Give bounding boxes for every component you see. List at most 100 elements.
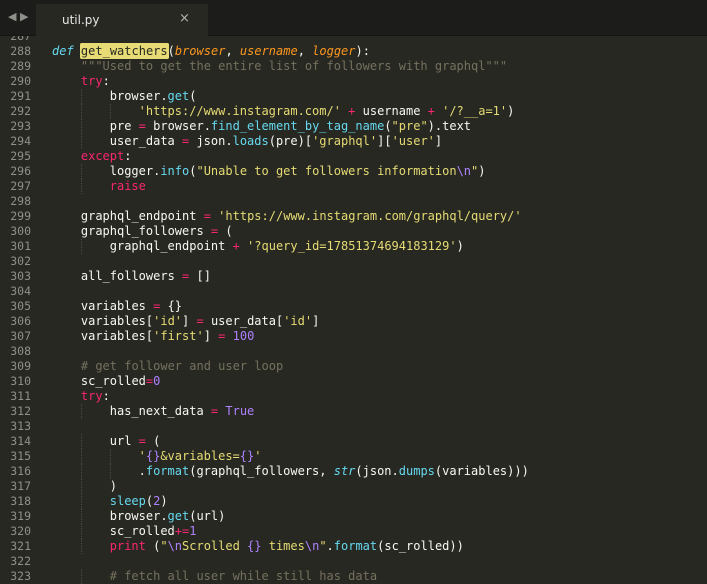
code-token: logger (312, 44, 356, 58)
code-line[interactable]: 292 'https://www.instagram.com/' + userna… (0, 104, 707, 119)
code-token: times (261, 539, 305, 553)
code-token: browser (174, 44, 226, 58)
code-token: (url) (189, 509, 226, 523)
code-line[interactable]: 305 variables = {} (0, 299, 707, 314)
code-line[interactable]: 296 logger.info("Unable to get followers … (0, 164, 707, 179)
code-line[interactable]: 302 (0, 254, 707, 269)
indent-guide (109, 449, 111, 464)
code-token: ( (189, 89, 197, 103)
code-token: ( (145, 434, 161, 448)
code-line[interactable]: 298 (0, 194, 707, 209)
code-line[interactable]: 317) (0, 479, 707, 494)
code-token: variables[ (80, 329, 154, 343)
line-number: 314 (10, 434, 31, 448)
code-text: def get_watchers(browser, username, logg… (52, 43, 370, 59)
code-line[interactable]: 293 pre = browser.find_element_by_tag_nam… (0, 119, 707, 134)
code-text: variables = {} (81, 299, 182, 314)
code-line[interactable]: 288 def get_watchers(browser, username, l… (0, 43, 707, 59)
code-token: 'https://www.instagram.com/graphql/query… (218, 209, 522, 223)
code-line[interactable]: 309 # get follower and user loop (0, 359, 707, 374)
code-text: ) (110, 479, 117, 494)
code-line[interactable]: 319 browser.get(url) (0, 509, 707, 524)
code-line[interactable]: 291 browser.get( (0, 89, 707, 104)
code-token: (sc_rolled)) (377, 539, 464, 553)
navigate-back-icon[interactable]: ◀ (8, 11, 16, 23)
code-line[interactable]: 303 all_followers = [] (0, 269, 707, 284)
code-line[interactable]: 300 graphql_followers = ( (0, 224, 707, 239)
code-token: graphql_endpoint (109, 239, 233, 253)
code-token: {} (239, 449, 255, 463)
code-line[interactable]: 299 graphql_endpoint = 'https://www.insta… (0, 209, 707, 224)
line-number: 300 (10, 224, 31, 238)
line-number: 308 (10, 344, 31, 358)
line-number: 290 (10, 74, 31, 88)
code-line[interactable]: 320 sc_rolled+=1 (0, 524, 707, 539)
code-text: except: (81, 149, 132, 164)
code-line[interactable]: 321 print ("\nScrolled {} times\n".format… (0, 539, 707, 554)
indent-guide (109, 464, 111, 479)
code-line[interactable]: 310 sc_rolled=0 (0, 374, 707, 389)
code-line[interactable]: 307 variables['first'] = 100 (0, 329, 707, 344)
code-line[interactable]: 301 graphql_endpoint + '?query_id=1785137… (0, 239, 707, 254)
code-token: ).text (427, 119, 472, 133)
tab-util-py[interactable]: util.py × (36, 4, 208, 36)
code-line[interactable]: 314 url = ( (0, 434, 707, 449)
line-number: 323 (10, 569, 31, 583)
navigate-forward-icon[interactable]: ▶ (20, 11, 28, 23)
code-text: """Used to get the entire list of follow… (81, 59, 507, 74)
code-token: \n (167, 539, 183, 553)
code-token: # fetch all user while still has data (109, 569, 378, 583)
code-token: variables (80, 299, 154, 313)
code-token: browser. (145, 119, 211, 133)
close-tab-icon[interactable]: × (179, 12, 190, 26)
code-token: ) (507, 104, 515, 118)
code-line[interactable]: 322 (0, 554, 707, 569)
code-line[interactable]: 313 (0, 419, 707, 434)
code-line[interactable]: 315 '{}&variables={}' (0, 449, 707, 464)
code-token: Scrolled (182, 539, 248, 553)
code-token: loads (232, 134, 269, 148)
tab-bar: ◀ ▶ util.py × (0, 0, 707, 36)
line-number: 316 (10, 464, 31, 478)
code-line[interactable]: 312 has_next_data = True (0, 404, 707, 419)
code-token: " (319, 539, 327, 553)
code-token: += (174, 524, 190, 538)
code-token: \n (456, 164, 472, 178)
code-token: """Used to get the entire list of follow… (80, 59, 508, 73)
code-token: ( (218, 224, 233, 238)
code-line[interactable]: 323 # fetch all user while still has data (0, 569, 707, 584)
line-number: 320 (10, 524, 31, 538)
code-line[interactable]: 306 variables['id'] = user_data['id'] (0, 314, 707, 329)
code-line[interactable]: 318 sleep(2) (0, 494, 707, 509)
code-line[interactable]: 308 (0, 344, 707, 359)
code-line[interactable]: 294 user_data = json.loads(pre)['graphql'… (0, 134, 707, 149)
code-token: find_element_by_tag_name (210, 119, 385, 133)
code-token: : (102, 389, 110, 403)
code-token: get (167, 89, 190, 103)
code-line[interactable]: 316 .format(graphql_followers, str(json.d… (0, 464, 707, 479)
code-editor[interactable]: 287 288 def get_watchers(browser, username… (0, 36, 707, 584)
code-token: ( (145, 539, 161, 553)
indent-guide (80, 89, 82, 104)
code-line[interactable]: 297 raise (0, 179, 707, 194)
code-line[interactable]: 311 try: (0, 389, 707, 404)
code-token: ] (182, 314, 197, 328)
code-line[interactable]: 295 except: (0, 149, 707, 164)
code-token: '?query_id=17851374694183129' (247, 239, 457, 253)
code-token: "pre" (391, 119, 428, 133)
line-number: 306 (10, 314, 31, 328)
code-text: browser.get(url) (110, 509, 226, 524)
indent-guide (80, 104, 82, 119)
code-text: raise (110, 179, 146, 194)
code-line[interactable]: 304 (0, 284, 707, 299)
line-number: 297 (10, 179, 31, 193)
line-number: 318 (10, 494, 31, 508)
code-text: pre = browser.find_element_by_tag_name("… (110, 119, 471, 134)
code-text: '{}&variables={}' (139, 449, 262, 464)
code-line[interactable]: 289 """Used to get the entire list of fol… (0, 59, 707, 74)
code-line[interactable]: 290 try: (0, 74, 707, 89)
line-number: 305 (10, 299, 31, 313)
code-token: \n (304, 539, 320, 553)
line-number: 319 (10, 509, 31, 523)
